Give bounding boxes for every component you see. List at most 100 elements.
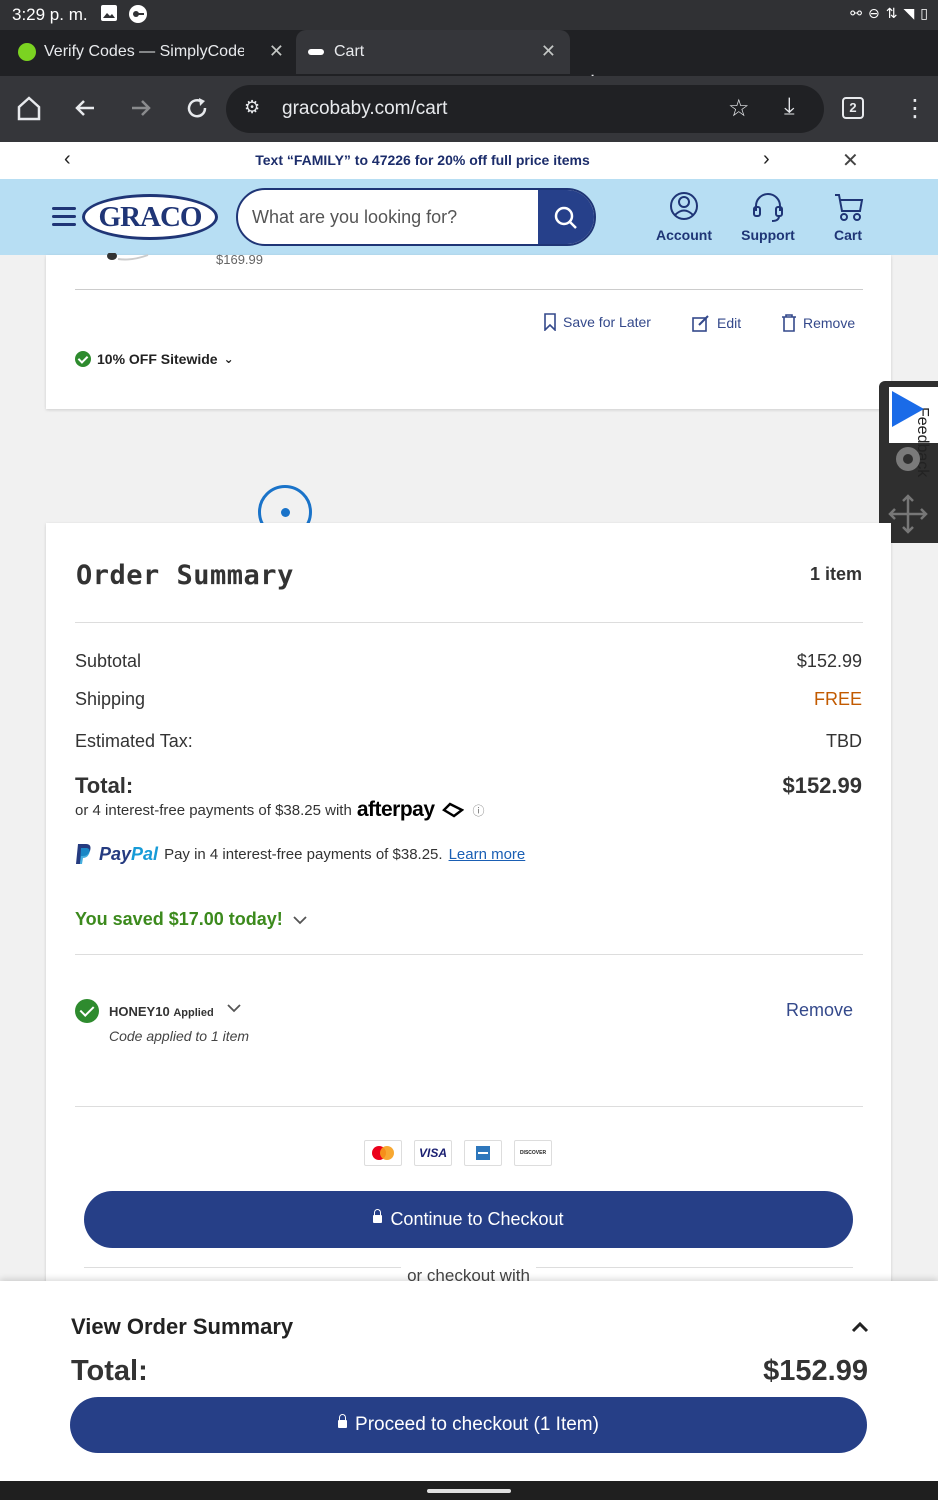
promotion-toggle[interactable]: 10% OFF Sitewide ⌄ [75, 351, 234, 367]
site-header: GRACO What are you looking for? Account … [0, 179, 938, 255]
move-icon[interactable] [887, 493, 929, 535]
close-tab-icon[interactable]: ✕ [541, 41, 556, 62]
edit-icon [692, 315, 709, 332]
header-support[interactable]: Support [736, 191, 800, 243]
tab-strip: Verify Codes — SimplyCodes ✕ Cart ✕ + [0, 30, 938, 96]
paypal-icon [76, 844, 91, 864]
close-tab-icon[interactable]: ✕ [269, 41, 284, 62]
shipping-label: Shipping [75, 689, 146, 709]
subtotal-label: Subtotal [75, 651, 142, 671]
edit-label: Edit [717, 315, 742, 331]
play-icon[interactable] [890, 389, 926, 429]
paypal-logo-pal: Pal [131, 843, 159, 864]
save-for-later-button[interactable]: Save for Later [543, 313, 651, 331]
item-count: 1 item [809, 564, 862, 584]
header-account-label: Account [656, 227, 712, 243]
search-input[interactable]: What are you looking for? [252, 207, 457, 228]
shipping-value: FREE [813, 689, 862, 709]
view-order-summary-toggle[interactable]: View Order Summary [71, 1314, 293, 1340]
vpn-key-icon [129, 5, 147, 23]
order-summary-title: Order Summary [76, 560, 294, 591]
continue-to-checkout-button[interactable]: Continue to Checkout [84, 1191, 853, 1248]
tab-switcher-button[interactable]: 2 [842, 97, 864, 119]
wifi-icon: ◥ [903, 5, 915, 21]
subtotal-value: $152.99 [796, 651, 862, 671]
tab-title: Cart [334, 43, 365, 60]
chevron-down-icon: ⌄ [223, 352, 234, 366]
headset-icon [753, 193, 783, 222]
user-circle-icon [670, 192, 698, 220]
coupon-code-text: HONEY10 [109, 1004, 170, 1019]
remove-item-button[interactable]: Remove [781, 313, 855, 333]
sticky-order-summary: View Order Summary Total: $152.99 Procee… [0, 1281, 938, 1481]
dnd-icon: ⊖ [868, 5, 880, 21]
forward-icon[interactable] [126, 93, 156, 123]
savings-toggle[interactable]: You saved $17.00 today! [75, 909, 307, 930]
chevron-down-icon [293, 915, 307, 924]
promo-text[interactable]: Text “FAMILY” to 47226 for 20% off full … [0, 152, 845, 168]
simplycodes-favicon-icon [18, 43, 36, 61]
download-icon[interactable]: ⤓ [784, 93, 795, 121]
chevron-down-icon[interactable] [227, 1003, 241, 1013]
remove-coupon-button[interactable]: Remove [786, 1000, 853, 1021]
afterpay-logo: afterpay [356, 798, 435, 821]
proceed-to-checkout-button[interactable]: Proceed to checkout (1 Item) [70, 1397, 867, 1453]
trash-icon [782, 314, 796, 332]
gallery-icon [101, 5, 117, 21]
paypal-text: Pay in 4 interest-free payments of $38.2… [164, 845, 443, 863]
coupon-code: HONEY10 Applied [109, 1004, 214, 1019]
reload-icon[interactable] [182, 93, 212, 123]
header-support-label: Support [741, 227, 795, 243]
system-nav-bar [0, 1481, 938, 1500]
promotion-label: 10% OFF Sitewide [97, 351, 218, 367]
product-thumbnail[interactable] [102, 253, 152, 263]
lock-icon [373, 1209, 383, 1224]
checkout-label: Continue to Checkout [390, 1209, 564, 1229]
learn-more-link[interactable]: Learn more [449, 846, 526, 863]
bookmark-star-icon[interactable]: ☆ [728, 94, 750, 123]
divider [75, 954, 863, 955]
mastercard-icon [364, 1140, 402, 1166]
home-gesture-handle[interactable] [427, 1489, 511, 1493]
save-for-later-label: Save for Later [563, 314, 651, 330]
battery-icon: ▯ [920, 5, 928, 21]
chevron-up-icon[interactable] [851, 1321, 869, 1333]
proceed-label: Proceed to checkout (1 Item) [355, 1414, 599, 1435]
back-icon[interactable] [70, 93, 100, 123]
gear-icon[interactable] [890, 441, 926, 477]
browser-toolbar: ⚙ gracobaby.com/cart ☆ ⤓ 2 ⋮ [0, 76, 938, 142]
menu-icon[interactable] [52, 207, 76, 231]
graco-favicon-icon [308, 49, 324, 55]
address-bar[interactable]: ⚙ gracobaby.com/cart ☆ ⤓ [226, 85, 824, 133]
paypal-logo: PayPal [99, 844, 158, 865]
visa-icon: VISA [414, 1140, 452, 1166]
home-icon[interactable] [14, 93, 44, 123]
coupon-status: Applied [173, 1007, 214, 1019]
browser-menu-icon[interactable]: ⋮ [903, 94, 927, 123]
payment-methods: VISA DISCOVER [364, 1140, 552, 1166]
feedback-widget[interactable]: Feedback [879, 381, 938, 543]
original-price: $169.99 [216, 252, 263, 267]
divider [75, 622, 863, 623]
tab-cart[interactable]: Cart ✕ [296, 30, 570, 74]
tax-label: Estimated Tax: [75, 731, 193, 751]
header-cart[interactable]: Cart [816, 191, 880, 243]
cart-item-card: $169.99 Save for Later Edit Remove 10% O… [46, 252, 891, 409]
search-icon [554, 206, 577, 229]
tab-simplycodes[interactable]: Verify Codes — SimplyCodes ✕ [18, 30, 298, 74]
edit-button[interactable]: Edit [691, 313, 741, 333]
data-icon: ⇅ [885, 5, 898, 21]
bookmark-icon [544, 313, 556, 331]
graco-logo[interactable]: GRACO [82, 194, 218, 240]
header-account[interactable]: Account [652, 191, 716, 243]
search-button[interactable] [538, 190, 594, 244]
paypal-message: PayPal Pay in 4 interest-free payments o… [75, 843, 525, 865]
info-icon[interactable]: ⓘ [473, 802, 485, 819]
cart-icon [835, 194, 864, 221]
promo-next-icon[interactable]: › [763, 148, 770, 171]
sticky-total-value: $152.99 [763, 1355, 868, 1387]
site-settings-icon[interactable]: ⚙ [244, 97, 260, 118]
close-icon[interactable]: ✕ [842, 148, 859, 173]
afterpay-message: or 4 interest-free payments of $38.25 wi… [75, 798, 485, 822]
search-bar[interactable]: What are you looking for? [236, 188, 596, 246]
